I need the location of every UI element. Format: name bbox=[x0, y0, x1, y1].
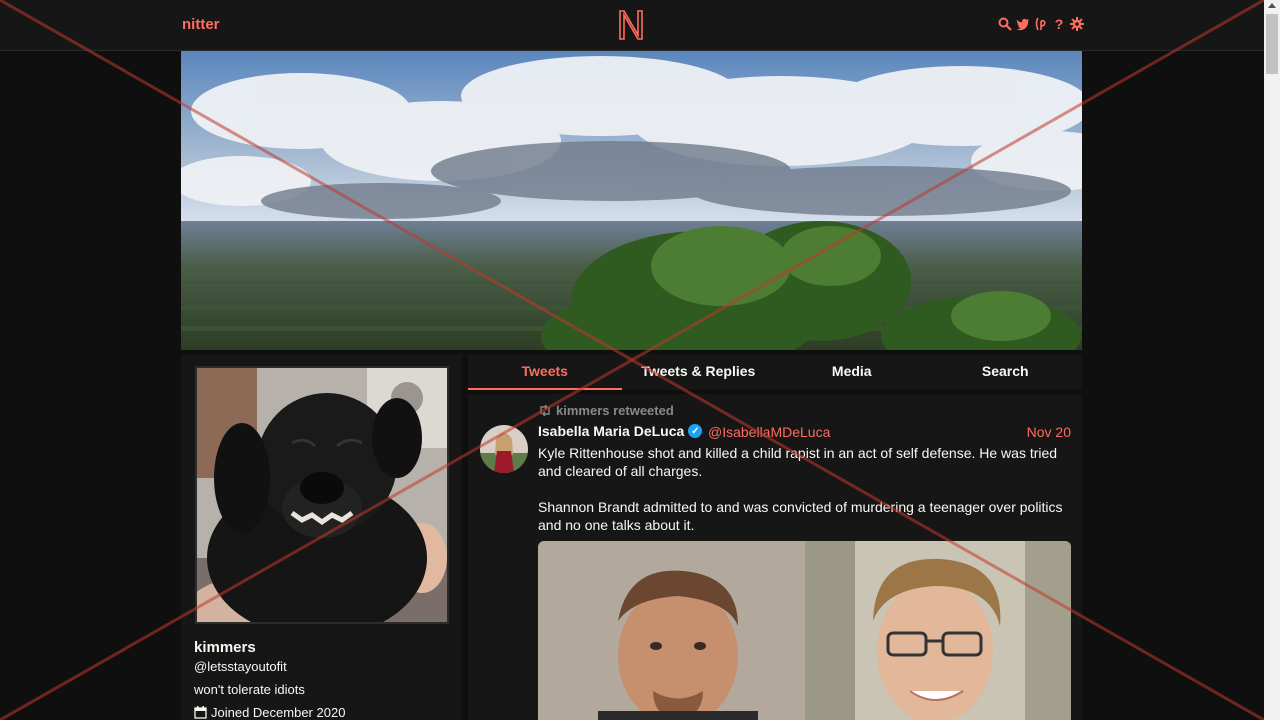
tweet-image[interactable] bbox=[538, 541, 805, 720]
tweet-paragraph: Shannon Brandt admitted to and was convi… bbox=[538, 499, 1063, 533]
tweet-author: Isabella Maria DeLuca ✓ bbox=[538, 423, 703, 439]
retweet-label: kimmers retweeted bbox=[556, 403, 674, 418]
profile-banner[interactable] bbox=[181, 51, 1082, 350]
tweet-paragraph: Kyle Rittenhouse shot and killed a child… bbox=[538, 445, 1058, 479]
search-icon[interactable] bbox=[998, 16, 1012, 32]
profile-card: kimmers @letsstayoutofit won't tolerate … bbox=[181, 354, 462, 720]
nav-icons: ? bbox=[998, 16, 1084, 32]
retweet-icon bbox=[540, 405, 550, 416]
tab-search[interactable]: Search bbox=[929, 354, 1083, 390]
scrollbar[interactable] bbox=[1264, 0, 1280, 720]
gear-icon[interactable] bbox=[1070, 16, 1084, 32]
retweet-header: kimmers retweeted bbox=[538, 403, 674, 418]
calendar-icon bbox=[194, 706, 207, 719]
profile-joined: Joined December 2020 bbox=[194, 705, 345, 720]
nitter-logo-icon[interactable] bbox=[617, 8, 645, 42]
tweet-text: Kyle Rittenhouse shot and killed a child… bbox=[538, 444, 1073, 552]
tab-tweets[interactable]: Tweets bbox=[468, 354, 622, 390]
tweet-image[interactable] bbox=[804, 541, 1071, 720]
navbar: nitter ? bbox=[0, 0, 1264, 51]
tab-media[interactable]: Media bbox=[775, 354, 929, 390]
lp-icon[interactable] bbox=[1034, 16, 1048, 32]
tab-tweets-replies[interactable]: Tweets & Replies bbox=[622, 354, 776, 390]
tweet-author-handle[interactable]: @IsabellaMDeLuca bbox=[708, 424, 830, 440]
tweet-date[interactable]: Nov 20 bbox=[1027, 424, 1071, 440]
timeline: kimmers retweeted Isabella Maria DeLuca … bbox=[468, 394, 1082, 720]
tweet-author-name[interactable]: Isabella Maria DeLuca bbox=[538, 423, 684, 439]
profile-handle[interactable]: @letsstayoutofit bbox=[194, 659, 287, 674]
timeline-tabs: Tweets Tweets & Replies Media Search bbox=[468, 354, 1082, 390]
scroll-up-arrow-icon[interactable] bbox=[1268, 3, 1276, 8]
help-icon[interactable]: ? bbox=[1052, 16, 1066, 32]
tweet-author-avatar[interactable] bbox=[480, 425, 528, 473]
brand-link[interactable]: nitter bbox=[182, 16, 220, 33]
profile-name[interactable]: kimmers bbox=[194, 639, 256, 656]
profile-avatar[interactable] bbox=[195, 366, 449, 624]
profile-joined-label: Joined December 2020 bbox=[211, 705, 346, 720]
tweet-media[interactable] bbox=[538, 541, 1071, 720]
scroll-thumb[interactable] bbox=[1266, 14, 1278, 74]
profile-bio: won't tolerate idiots bbox=[194, 682, 305, 697]
verified-badge-icon: ✓ bbox=[688, 424, 703, 438]
twitter-bird-icon[interactable] bbox=[1016, 16, 1030, 32]
